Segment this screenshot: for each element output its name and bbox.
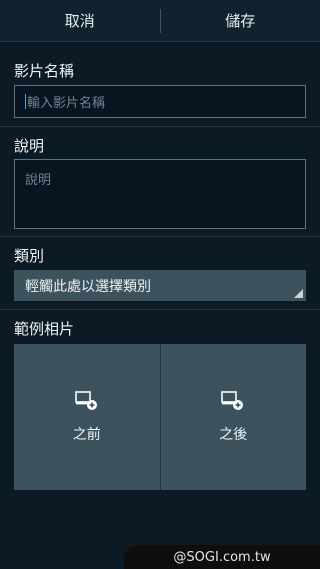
watermark: @SOGI.com.tw bbox=[124, 545, 320, 569]
divider bbox=[0, 309, 320, 310]
add-photo-icon bbox=[74, 391, 97, 410]
before-photo-button[interactable]: 之前 bbox=[14, 344, 160, 490]
description-placeholder: 說明 bbox=[25, 173, 52, 188]
description-input[interactable]: 說明 bbox=[14, 159, 306, 229]
after-label: 之後 bbox=[219, 427, 248, 443]
dropdown-corner-icon bbox=[294, 289, 303, 298]
action-bar: 取消 儲存 bbox=[0, 0, 320, 42]
category-dropdown-value: 輕觸此處以選擇類別 bbox=[25, 278, 151, 295]
add-photo-icon bbox=[221, 391, 244, 410]
before-label: 之前 bbox=[72, 427, 101, 443]
divider bbox=[0, 126, 320, 127]
cancel-button[interactable]: 取消 bbox=[0, 0, 160, 41]
sample-photos-panel: 之前 之後 bbox=[14, 344, 306, 490]
description-label: 說明 bbox=[14, 137, 45, 155]
video-name-placeholder: 輸入影片名稱 bbox=[27, 96, 106, 111]
category-dropdown[interactable]: 輕觸此處以選擇類別 bbox=[14, 270, 306, 301]
category-label: 類別 bbox=[14, 247, 45, 265]
sample-photos-label: 範例相片 bbox=[14, 320, 75, 338]
save-button[interactable]: 儲存 bbox=[161, 0, 320, 41]
after-photo-button[interactable]: 之後 bbox=[159, 344, 307, 490]
divider bbox=[0, 236, 320, 237]
video-name-input[interactable]: 輸入影片名稱 bbox=[14, 85, 306, 118]
video-name-label: 影片名稱 bbox=[14, 62, 75, 80]
text-caret bbox=[25, 94, 26, 109]
